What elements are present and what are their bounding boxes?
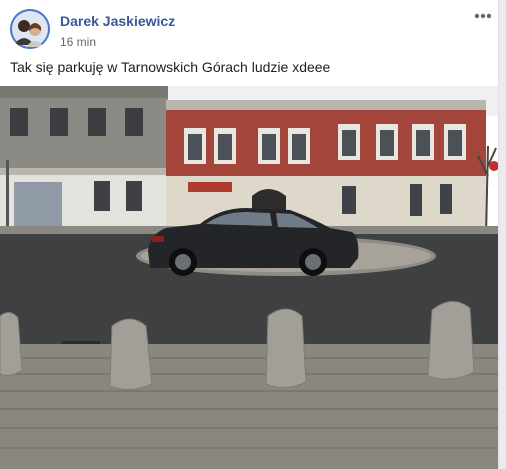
author-name-link[interactable]: Darek Jaskiewicz (60, 13, 175, 29)
post-timestamp[interactable]: 16 min (60, 35, 96, 49)
post-text: Tak się parkuję w Tarnowskich Górach lud… (10, 59, 331, 75)
feed-post: Darek Jaskiewicz 16 min Tak się parkuję … (0, 0, 499, 469)
cobblestone-pavement (0, 344, 498, 469)
post-photo[interactable] (0, 86, 498, 469)
more-options-icon[interactable] (470, 6, 496, 26)
profile-avatar[interactable] (10, 9, 50, 49)
